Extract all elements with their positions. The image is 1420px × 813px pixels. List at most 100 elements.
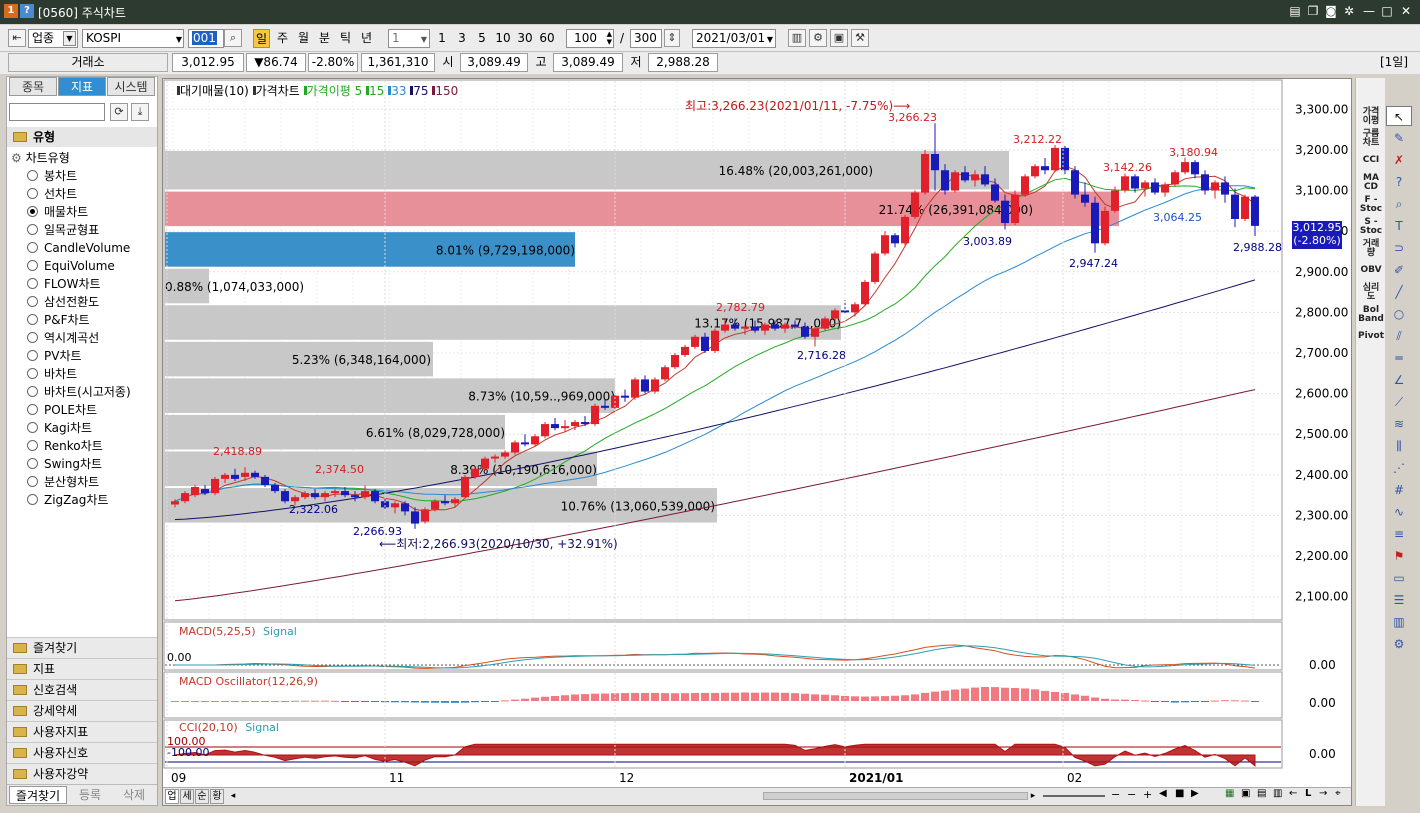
tools-icon[interactable]: ⚒ [851,29,869,47]
wave-icon[interactable]: ∿ [1386,502,1412,522]
chart-canvas[interactable]: 16.48% (20,003,261,000) 21.74% (26,391,08… [163,79,1351,805]
chart-type-item[interactable]: EquiVolume [27,257,115,275]
radio-icon[interactable] [27,476,38,487]
fan-icon[interactable]: ⋰ [1386,458,1412,478]
channel-icon[interactable]: ⫽ [1386,326,1412,346]
chart-type-item[interactable]: 삼선전환도 [27,293,99,311]
interval-10[interactable]: 10 [493,29,513,48]
chart-icon[interactable]: ▥ [1273,788,1282,799]
price-ma-button[interactable]: 가격 이평 [1356,108,1386,126]
chevron-down-icon[interactable]: ▼ [767,31,773,48]
magnet-icon[interactable]: ⊃ [1386,238,1412,258]
zoom-icon[interactable]: ⌕ [1386,194,1412,214]
legend-ma5[interactable]: 가격이평 5 [307,84,363,98]
psychology-button[interactable]: 심리 도 [1356,284,1386,302]
tab-system[interactable]: 시스템 [107,77,155,96]
cci-title[interactable]: CCI(20,10) [179,721,238,734]
legend-price-chart[interactable]: 가격차트 [256,84,300,98]
radio-icon[interactable] [27,494,38,505]
legend-ma33[interactable]: 33 [391,84,406,98]
radio-icon[interactable] [27,296,38,307]
folder-item[interactable]: 지표 [7,658,157,679]
horizontal-scrollbar[interactable] [763,792,1028,800]
register-button[interactable]: 등록 [69,786,111,804]
legend-vol-profile[interactable]: 대기매물(10) [180,84,249,98]
chart-type-item[interactable]: FLOW차트 [27,275,101,293]
indicator-search-input[interactable] [9,103,105,121]
bollinger-button[interactable]: Bol Band [1356,306,1386,324]
period-day[interactable]: 일 [253,29,270,48]
settings-icon[interactable]: ⚙ [809,29,827,47]
fast-stoch-button[interactable]: F - Stoc [1356,196,1386,214]
tab-hwang[interactable]: 황 [210,789,224,804]
macd-legend[interactable]: MACD(5,25,5) Signal [179,625,297,638]
stepper-icon[interactable]: ▲ ▼ [607,30,612,46]
scroll-left-icon[interactable]: ◂ [227,789,239,804]
chevron-down-icon[interactable]: ▼ [176,31,182,48]
folder-item[interactable]: 사용자지표 [7,721,157,742]
chart-type-item[interactable]: Renko차트 [27,437,103,455]
gear-icon[interactable]: ✲ [1341,3,1357,19]
cci-button[interactable]: CCI [1356,156,1386,165]
legend-ma150[interactable]: 150 [435,84,458,98]
interval-1[interactable]: 1 [434,29,450,48]
section-header[interactable]: 유형 [7,127,157,147]
radio-icon[interactable] [27,278,38,289]
chart-type-item[interactable]: 바차트(시고저종) [27,383,131,401]
excel-icon[interactable]: ▦ [1225,788,1234,799]
radio-icon[interactable] [27,404,38,415]
search-icon[interactable]: ⌕ [224,29,242,47]
chevron-down-icon[interactable]: ▼ [63,31,76,46]
total-count-input[interactable]: 300 [630,29,662,48]
chart-type-item[interactable]: 선차트 [27,185,77,203]
chart-type-item[interactable]: PV차트 [27,347,82,365]
copy-icon[interactable]: ❐ [1305,3,1321,19]
legend-ma15[interactable]: 15 [369,84,384,98]
volume-button[interactable]: 거래 량 [1356,240,1386,258]
chart-area[interactable]: 16.48% (20,003,261,000) 21.74% (26,391,08… [162,78,1352,806]
radio-icon[interactable] [27,170,38,181]
stop-icon[interactable]: ■ [1175,788,1184,799]
save-icon[interactable]: ▣ [830,29,848,47]
interval-60[interactable]: 60 [537,29,557,48]
note-icon[interactable]: ▤ [1287,3,1303,19]
display-count-stepper[interactable]: 100 ▲ ▼ [566,29,614,48]
date-picker[interactable]: 2021/03/01 ▼ [692,29,776,48]
chart-type-item[interactable]: 일목균형표 [27,221,99,239]
chart-type-item[interactable]: Swing차트 [27,455,102,473]
zoom-out-icon[interactable]: − [1127,788,1136,801]
image-icon[interactable]: ▤ [1257,788,1266,799]
brush-icon[interactable]: ✐ [1386,260,1412,280]
cci-signal-title[interactable]: Signal [245,721,279,734]
slow-stoch-button[interactable]: S - Stoc [1356,218,1386,236]
radio-icon[interactable] [27,188,38,199]
tab-indicators[interactable]: 지표 [58,77,106,96]
speed-line-icon[interactable]: ≡ [1386,524,1412,544]
next-icon[interactable]: ▶ [1191,788,1199,799]
radio-icon[interactable] [27,332,38,343]
macd-signal-title[interactable]: Signal [263,625,297,638]
pointer-icon[interactable]: ↖ [1386,106,1412,126]
interval-5[interactable]: 5 [474,29,490,48]
fibonacci-icon[interactable]: ≋ [1386,414,1412,434]
pivot-button[interactable]: Pivot [1356,332,1386,341]
chart-type-item[interactable]: 역시계곡선 [27,329,99,347]
chart-legend[interactable]: 대기매물(10) 가격차트 가격이평 5 15 33 75 150 [177,82,458,99]
list-icon[interactable]: ☰ [1386,590,1412,610]
minimize-icon[interactable]: — [1361,3,1377,19]
chart-type-item[interactable]: CandleVolume [27,239,130,257]
tab-sun[interactable]: 순 [195,789,209,804]
circle-icon[interactable]: ○ [1386,304,1412,324]
chart-type-item[interactable]: Kagi차트 [27,419,92,437]
text-icon[interactable]: T [1386,216,1412,236]
folder-item[interactable]: 즐겨찾기 [7,637,157,658]
zoom-out-icon[interactable]: − [1111,788,1120,801]
delete-button[interactable]: 삭제 [113,786,155,804]
chart-type-item[interactable]: 분산형차트 [27,473,99,491]
folder-item[interactable]: 사용자신호 [7,742,157,763]
back-icon[interactable]: ← [1289,788,1297,799]
folder-item[interactable]: 강세약세 [7,700,157,721]
settings-icon[interactable]: ⚙ [1386,634,1412,654]
legend-ma75[interactable]: 75 [413,84,428,98]
interval-3[interactable]: 3 [454,29,470,48]
